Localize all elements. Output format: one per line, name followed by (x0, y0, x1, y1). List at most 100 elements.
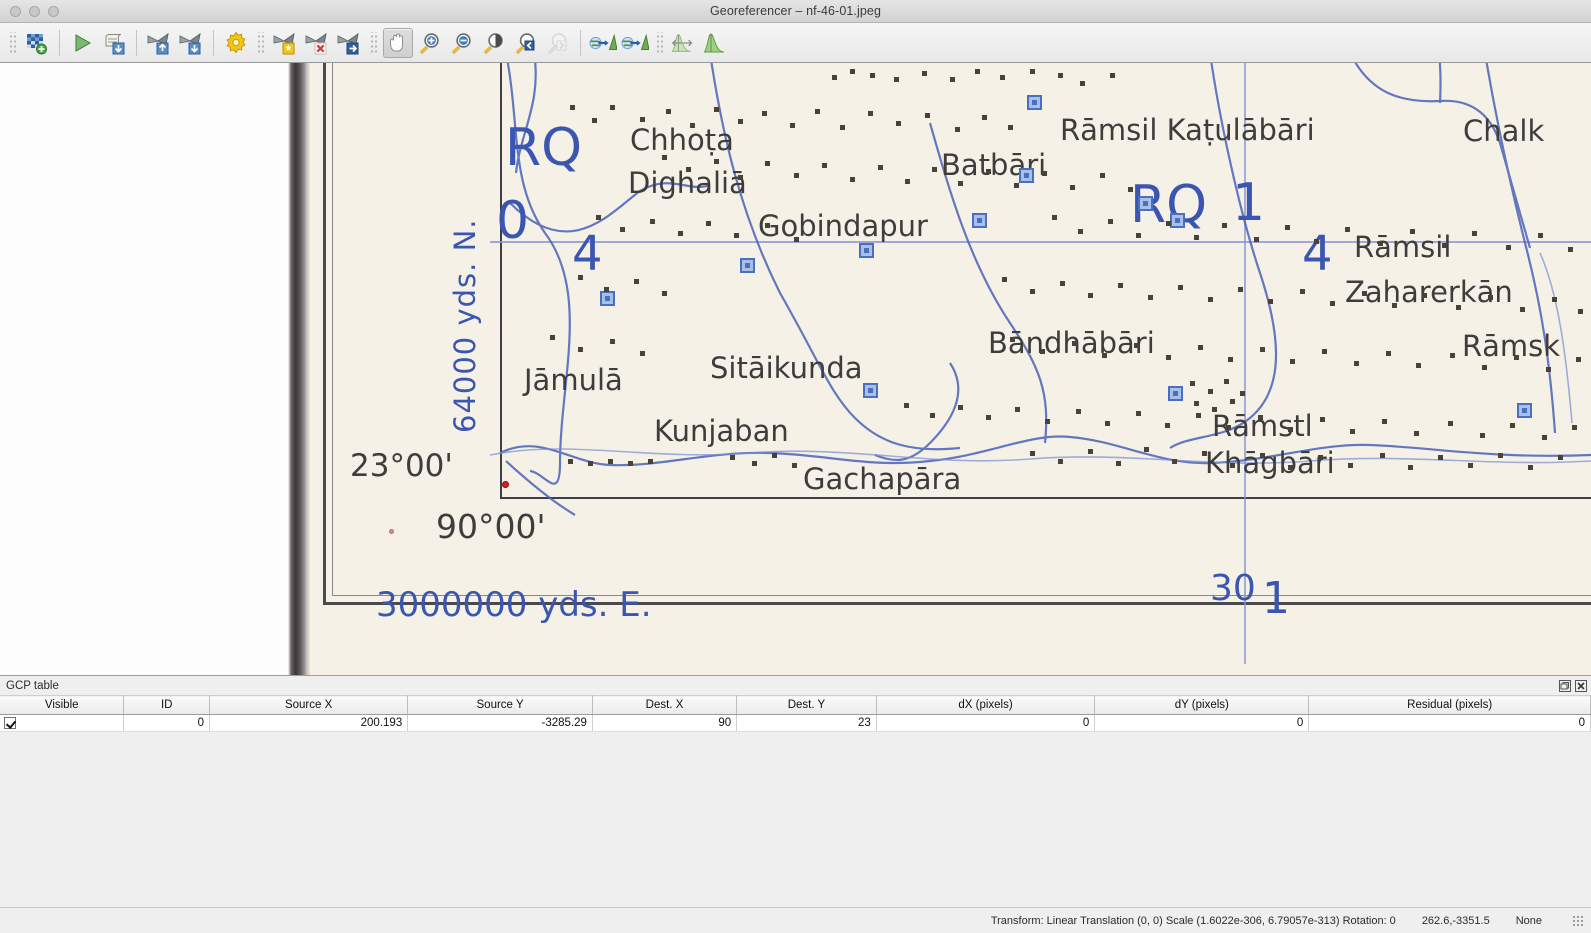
zoom-last-button[interactable] (511, 28, 541, 58)
settlement-symbol (859, 243, 874, 258)
grid-number-right: 4 (1302, 226, 1333, 282)
cell-dest-x[interactable]: 90 (592, 714, 738, 732)
zoom-in-icon (420, 32, 439, 54)
pan-button[interactable] (383, 27, 413, 58)
raster-scan-image: 64000 yds. N. RQ 0 RQ 1 30 1 4 4 23°00' … (0, 63, 1591, 675)
zoom-in-button[interactable] (415, 28, 445, 58)
gcp-table-header-row: Visible ID Source X Source Y Dest. X Des… (0, 695, 1591, 715)
zoom-out-icon (452, 32, 471, 54)
place-label: Chhoṭa (630, 123, 734, 157)
close-window-button[interactable] (10, 5, 21, 17)
window-title: Georeferencer – nf-46-01.jpeg (709, 4, 882, 18)
settlement-symbol (863, 383, 878, 398)
settlement-symbol (1138, 196, 1153, 211)
map-paper: 64000 yds. N. RQ 0 RQ 1 30 1 4 4 23°00' … (310, 63, 1591, 675)
column-header-source-x[interactable]: Source X (209, 695, 409, 715)
sheet-ref-30: 30 (1210, 568, 1256, 609)
load-gcp-points-button[interactable] (144, 28, 174, 58)
transformation-settings-button[interactable] (221, 28, 251, 58)
zoom-next-icon (548, 32, 567, 54)
status-coordinates: 262.6,-3351.5 (1421, 914, 1490, 927)
add-point-button[interactable] (270, 28, 300, 58)
place-label: Kunjaban (654, 414, 789, 448)
toolbar-grip[interactable] (8, 31, 17, 54)
close-icon (1574, 679, 1587, 692)
save-gcp-points-button[interactable] (176, 28, 206, 58)
full-histogram-stretch-button[interactable] (669, 28, 699, 58)
save-gcp-points-icon (179, 32, 201, 54)
settlement-symbol (600, 291, 615, 306)
toolbar-grip[interactable] (369, 31, 378, 54)
sheet-ref-rq-left: RQ (505, 118, 583, 178)
grid-label-easting: 3000000 yds. E. (376, 585, 652, 625)
gcp-dock-titlebar: GCP table (0, 676, 1591, 695)
cell-id[interactable]: 0 (123, 714, 210, 732)
link-qgis-to-georeferencer-icon (621, 33, 649, 50)
zoom-last-icon (516, 32, 535, 54)
cell-residual[interactable]: 0 (1308, 714, 1591, 732)
delete-point-button[interactable] (302, 28, 332, 58)
table-row[interactable]: 0 200.193 -3285.29 90 23 0 0 0 (0, 714, 1591, 732)
column-header-dest-x[interactable]: Dest. X (592, 695, 738, 715)
column-header-visible[interactable]: Visible (0, 695, 125, 715)
local-histogram-stretch-icon (703, 32, 725, 52)
transformation-settings-icon (226, 31, 246, 53)
cell-source-y[interactable]: -3285.29 (407, 714, 593, 732)
georeferencer-map-canvas[interactable]: 64000 yds. N. RQ 0 RQ 1 30 1 4 4 23°00' … (0, 63, 1591, 675)
canvas-background (0, 63, 289, 675)
link-qgis-to-georeferencer-button[interactable] (620, 28, 650, 58)
column-header-source-y[interactable]: Source Y (407, 695, 593, 715)
toolbar-grip[interactable] (655, 31, 664, 54)
generate-gdal-script-button[interactable] (99, 28, 129, 58)
start-georeferencing-icon (75, 33, 92, 52)
georeferencer-toolbar (0, 23, 1591, 63)
settlement-symbol (972, 213, 987, 228)
move-gcp-point-icon (337, 32, 359, 54)
cell-dest-y[interactable]: 23 (736, 714, 877, 732)
toolbar-separator (136, 29, 137, 56)
cell-visible[interactable] (0, 714, 125, 732)
close-panel-button[interactable] (1574, 679, 1587, 692)
column-header-dx[interactable]: dX (pixels) (876, 695, 1096, 715)
move-gcp-point-button[interactable] (334, 28, 364, 58)
sheet-ref-1-bottom: 1 (1262, 573, 1290, 624)
place-label: Rāmsil Kaṭulābāri (1060, 113, 1315, 147)
generate-gdal-script-icon (105, 33, 125, 54)
open-raster-button[interactable] (22, 28, 52, 58)
status-bar: Transform: Linear Translation (0, 0) Sca… (0, 907, 1591, 933)
status-crs[interactable]: None (1516, 915, 1542, 927)
zoom-next-button[interactable] (543, 28, 573, 58)
zoom-window-button[interactable] (48, 5, 59, 17)
minimize-window-button[interactable] (29, 5, 40, 17)
title-bar: Georeferencer – nf-46-01.jpeg (0, 0, 1591, 23)
start-georeferencing-button[interactable] (67, 28, 97, 58)
column-header-dy[interactable]: dY (pixels) (1094, 695, 1310, 715)
cell-source-x[interactable]: 200.193 (209, 714, 409, 732)
settlement-symbol (1517, 403, 1532, 418)
toolbar-grip[interactable] (256, 31, 265, 54)
place-label: Gachapāra (803, 462, 962, 496)
gcp-dock-title: GCP table (6, 679, 59, 692)
resize-grip[interactable] (1572, 915, 1583, 926)
link-georeferencer-to-qgis-button[interactable] (588, 28, 618, 58)
settlement-symbol (1027, 95, 1042, 110)
place-label: Khāgbāri (1205, 446, 1335, 480)
undock-button[interactable] (1558, 679, 1571, 692)
sheet-ref-one: 1 (1232, 173, 1266, 233)
visible-checkbox[interactable] (4, 716, 16, 729)
column-header-id[interactable]: ID (123, 695, 210, 715)
place-label: Gobindapur (758, 209, 928, 243)
settlement-symbol (1019, 168, 1034, 183)
zoom-out-button[interactable] (447, 28, 477, 58)
gcp-marker-point[interactable] (502, 481, 509, 488)
local-histogram-stretch-button[interactable] (701, 28, 731, 58)
cell-dx[interactable]: 0 (876, 714, 1096, 732)
column-header-dest-y[interactable]: Dest. Y (736, 695, 877, 715)
gcp-table-empty-area (0, 732, 1591, 907)
place-label: Jāmulā (524, 363, 623, 397)
gcp-table[interactable]: Visible ID Source X Source Y Dest. X Des… (0, 695, 1591, 732)
zoom-to-layer-button[interactable] (479, 28, 509, 58)
place-label: Rāmsil (1354, 230, 1452, 264)
column-header-residual[interactable]: Residual (pixels) (1308, 695, 1591, 715)
cell-dy[interactable]: 0 (1094, 714, 1310, 732)
